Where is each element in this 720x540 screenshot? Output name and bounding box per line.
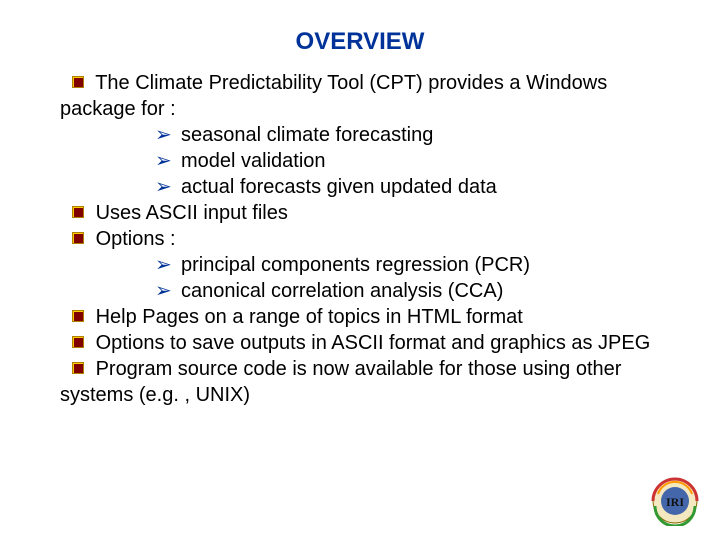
bullet-text: The Climate Predictability Tool (CPT) pr… xyxy=(60,72,607,120)
arrow-bullet-icon: ➢ xyxy=(155,122,173,148)
slide-content: The Climate Predictability Tool (CPT) pr… xyxy=(60,70,660,408)
sub-text: seasonal climate forecasting xyxy=(181,124,433,146)
bullet-text: Options to save outputs in ASCII format … xyxy=(96,332,651,354)
bullet-item: Program source code is now available for… xyxy=(60,356,660,408)
square-bullet-icon xyxy=(72,362,84,374)
bullet-item: Uses ASCII input files xyxy=(60,200,660,226)
square-bullet-icon xyxy=(72,206,84,218)
square-bullet-icon xyxy=(72,336,84,348)
square-bullet-icon xyxy=(72,76,84,88)
sub-item: ➢ seasonal climate forecasting xyxy=(60,122,660,148)
sub-text: canonical correlation analysis (CCA) xyxy=(181,280,503,302)
bullet-item: Options : xyxy=(60,226,660,252)
bullet-text: Uses ASCII input files xyxy=(96,202,288,224)
sub-item: ➢ canonical correlation analysis (CCA) xyxy=(60,278,660,304)
arrow-bullet-icon: ➢ xyxy=(155,252,173,278)
bullet-text: Options : xyxy=(96,228,176,250)
bullet-text: Program source code is now available for… xyxy=(60,358,621,406)
arrow-bullet-icon: ➢ xyxy=(155,174,173,200)
sub-text: actual forecasts given updated data xyxy=(181,176,497,198)
square-bullet-icon xyxy=(72,310,84,322)
square-bullet-icon xyxy=(72,232,84,244)
slide: OVERVIEW The Climate Predictability Tool… xyxy=(0,0,720,408)
sub-text: principal components regression (PCR) xyxy=(181,254,530,276)
slide-title: OVERVIEW xyxy=(60,28,660,56)
sub-item: ➢ model validation xyxy=(60,148,660,174)
logo-text: IRI xyxy=(666,495,684,509)
bullet-item: Options to save outputs in ASCII format … xyxy=(60,330,660,356)
arrow-bullet-icon: ➢ xyxy=(155,278,173,304)
sub-text: model validation xyxy=(181,150,326,172)
bullet-text: Help Pages on a range of topics in HTML … xyxy=(96,306,523,328)
iri-logo-icon: IRI xyxy=(650,476,700,526)
sub-item: ➢ principal components regression (PCR) xyxy=(60,252,660,278)
sub-item: ➢ actual forecasts given updated data xyxy=(60,174,660,200)
arrow-bullet-icon: ➢ xyxy=(155,148,173,174)
bullet-item: Help Pages on a range of topics in HTML … xyxy=(60,304,660,330)
bullet-item: The Climate Predictability Tool (CPT) pr… xyxy=(60,70,660,122)
